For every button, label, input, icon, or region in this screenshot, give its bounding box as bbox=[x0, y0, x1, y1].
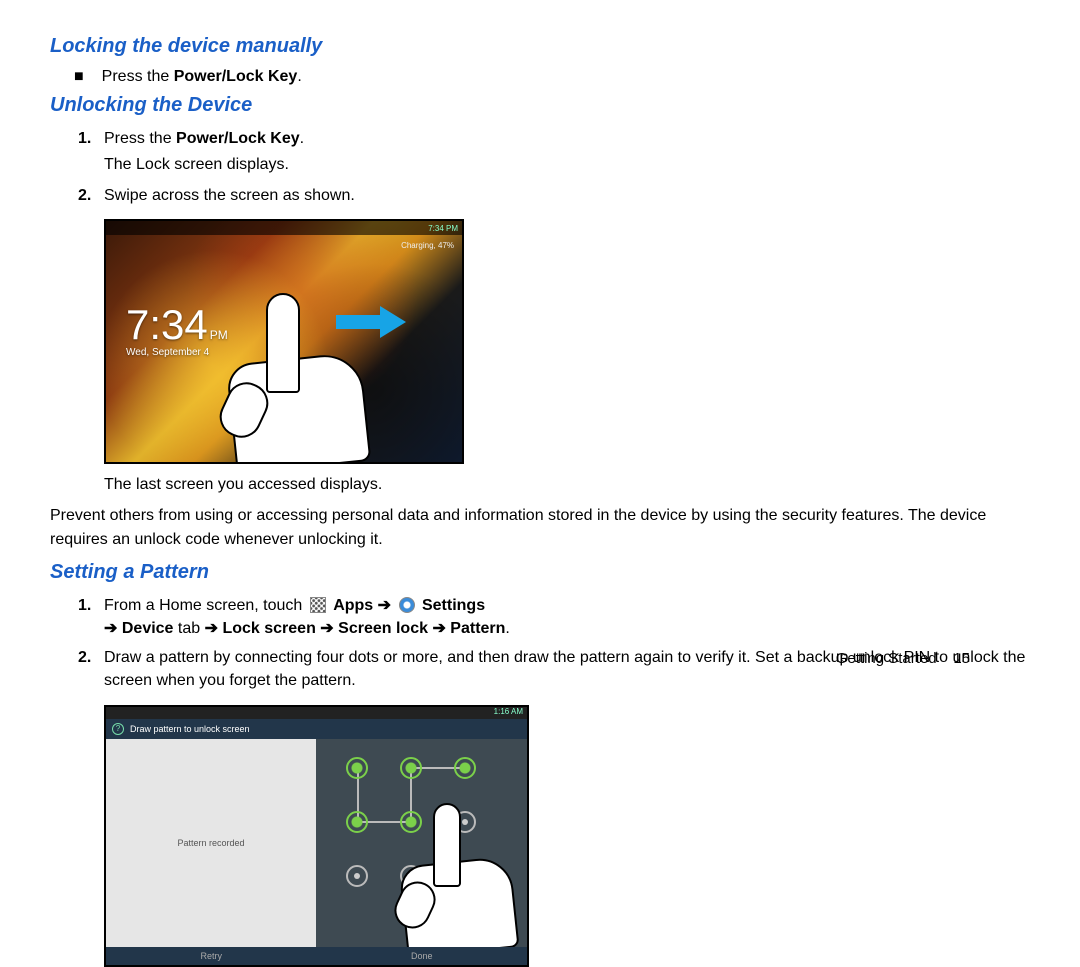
step-number: 1. bbox=[78, 594, 96, 640]
step-text: From a Home screen, touch Apps ➔ Setting… bbox=[104, 594, 510, 640]
step-2: 2. Swipe across the screen as shown. bbox=[50, 184, 1030, 207]
step-1: 1. Press the Power/Lock Key. bbox=[50, 127, 1030, 150]
page-footer: Getting Started 15 bbox=[836, 650, 970, 667]
after-image-text: The last screen you accessed displays. bbox=[50, 476, 1030, 494]
lockscreen-screenshot: 7:34 PM Charging, 47% 7:34PM Wed, Septem… bbox=[104, 219, 464, 464]
charging-label: Charging, 47% bbox=[401, 241, 454, 250]
text: . bbox=[300, 130, 304, 147]
arrow-icon: ➔ bbox=[104, 620, 117, 637]
clock-widget: 7:34PM Wed, September 4 bbox=[126, 301, 228, 358]
pattern-label: Pattern bbox=[450, 620, 505, 637]
text: Press the bbox=[104, 130, 176, 147]
power-lock-key: Power/Lock Key bbox=[174, 68, 298, 85]
square-bullet: ■ bbox=[74, 68, 84, 86]
settings-gear-icon bbox=[399, 597, 415, 613]
section-name: Getting Started bbox=[836, 650, 937, 667]
pattern-left-pane: Pattern recorded bbox=[106, 739, 316, 947]
pattern-grid-pane bbox=[316, 739, 527, 947]
power-lock-key: Power/Lock Key bbox=[176, 130, 300, 147]
pattern-step-1: 1. From a Home screen, touch Apps ➔ Sett… bbox=[50, 594, 1030, 640]
lockscreen-label: Lock screen bbox=[222, 620, 315, 637]
step-text: Press the Power/Lock Key. bbox=[104, 127, 304, 150]
step-1-detail: The Lock screen displays. bbox=[50, 156, 1030, 174]
device-label: Device bbox=[122, 620, 174, 637]
arrow-icon: ➔ bbox=[320, 620, 333, 637]
date-value: Wed, September 4 bbox=[126, 347, 228, 358]
step-number: 2. bbox=[78, 646, 96, 692]
pattern-title-bar: ? Draw pattern to unlock screen bbox=[106, 719, 527, 739]
apps-grid-icon bbox=[310, 597, 326, 613]
screenlock-label: Screen lock bbox=[338, 620, 428, 637]
heading-lock-manual: Locking the device manually bbox=[50, 35, 1030, 58]
status-time: 7:34 PM bbox=[428, 224, 458, 233]
pattern-title: Draw pattern to unlock screen bbox=[130, 724, 250, 734]
heading-setting-pattern: Setting a Pattern bbox=[50, 561, 1030, 584]
text: Press the bbox=[102, 68, 174, 85]
right-column: Prevent others from using or accessing p… bbox=[50, 504, 1030, 966]
heading-unlocking: Unlocking the Device bbox=[50, 94, 1030, 117]
text: tab bbox=[173, 620, 204, 637]
lockscreen-figure: 7:34 PM Charging, 47% 7:34PM Wed, Septem… bbox=[104, 219, 1030, 464]
bullet-text: Press the Power/Lock Key. bbox=[102, 68, 302, 86]
intro-paragraph: Prevent others from using or accessing p… bbox=[50, 504, 1030, 550]
done-button[interactable]: Done bbox=[411, 951, 433, 961]
help-icon: ? bbox=[112, 723, 124, 735]
retry-button[interactable]: Retry bbox=[200, 951, 222, 961]
pattern-recorded-label: Pattern recorded bbox=[177, 838, 244, 848]
arrow-icon: ➔ bbox=[205, 620, 218, 637]
apps-label: Apps bbox=[333, 597, 373, 614]
text: From a Home screen, touch bbox=[104, 597, 307, 614]
step-number: 2. bbox=[78, 184, 96, 207]
time-value: 7:34 bbox=[126, 301, 208, 348]
page-number: 15 bbox=[953, 650, 970, 667]
left-column: Locking the device manually ■ Press the … bbox=[50, 35, 1030, 494]
hand-illustration bbox=[403, 803, 521, 953]
settings-label: Settings bbox=[422, 597, 485, 614]
arrow-icon: ➔ bbox=[432, 620, 445, 637]
arrow-icon: ➔ bbox=[378, 597, 391, 614]
pattern-screenshot: 1:16 AM ? Draw pattern to unlock screen … bbox=[104, 705, 529, 967]
step-number: 1. bbox=[78, 127, 96, 150]
status-bar: 1:16 AM bbox=[106, 707, 527, 719]
text: . bbox=[297, 68, 301, 85]
bullet-press-power: ■ Press the Power/Lock Key. bbox=[50, 68, 1030, 86]
time-ampm: PM bbox=[210, 328, 228, 342]
hand-illustration bbox=[231, 293, 371, 464]
step-text: Swipe across the screen as shown. bbox=[104, 184, 355, 207]
status-time: 1:16 AM bbox=[494, 707, 523, 716]
pattern-footer: Retry Done bbox=[106, 947, 527, 965]
status-bar: 7:34 PM bbox=[106, 221, 462, 235]
